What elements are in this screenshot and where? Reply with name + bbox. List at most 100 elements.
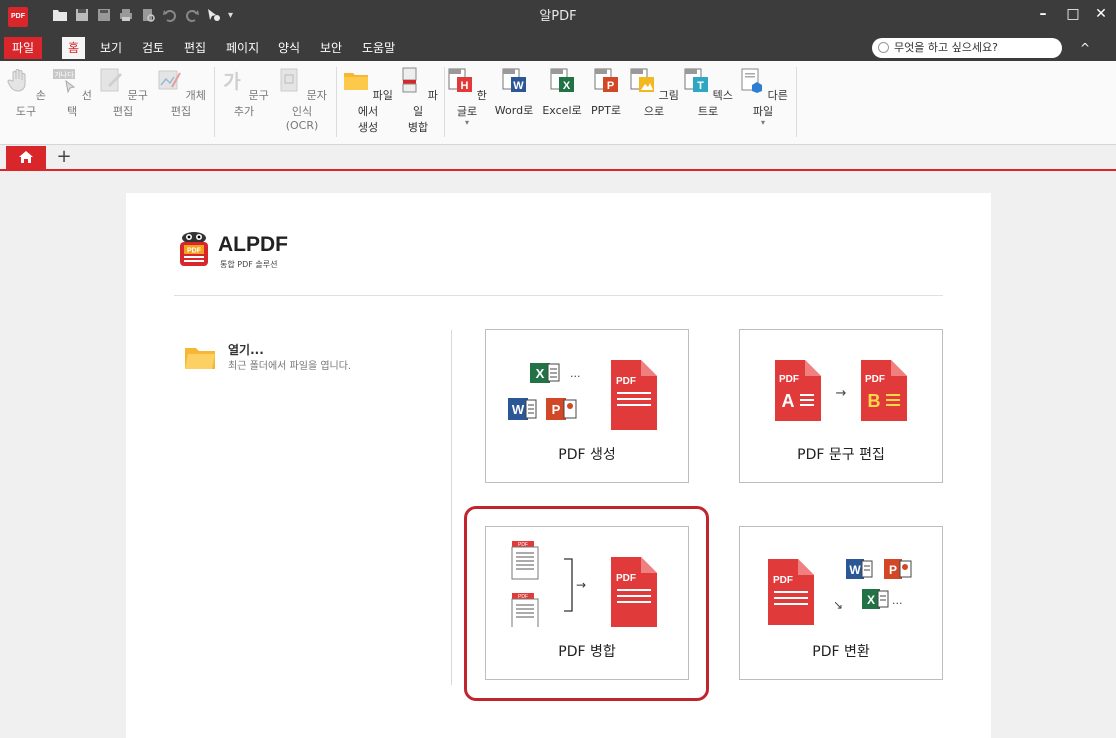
to-hwp-label: 한글로 (456, 89, 487, 118)
header-divider (174, 295, 943, 296)
add-text-icon: 가 (223, 71, 241, 93)
menu-edit[interactable]: 편집 (178, 37, 212, 59)
search-placeholder: 무엇을 하고 싶으세요? (894, 41, 998, 54)
maximize-button[interactable]: □ (1058, 0, 1088, 28)
open-file-item[interactable]: 열기... 최근 폴더에서 파일을 엽니다. (184, 341, 414, 381)
svg-text:PDF: PDF (187, 248, 202, 255)
svg-text:P: P (552, 402, 561, 417)
create-from-file-button[interactable]: 파일에서 생성 (340, 65, 396, 141)
minimize-button[interactable]: – (1028, 0, 1058, 28)
quick-access-toolbar: ▾ (52, 6, 233, 24)
title-bar: PDF ▾ 알PDF – □ ✕ (0, 0, 1116, 33)
other-file-icon (741, 68, 763, 93)
save-icon[interactable] (74, 7, 90, 23)
print-preview-icon[interactable] (140, 7, 156, 23)
select-button[interactable]: 가나다 선택 (52, 65, 92, 141)
alpdf-logo-icon: PDF (180, 232, 208, 266)
edit-text-icon (100, 68, 123, 92)
to-word-label: Word로 (494, 104, 534, 117)
convert-pdf-label: PDF 변환 (812, 644, 870, 660)
cursor-settings-icon[interactable] (206, 7, 222, 23)
menu-help[interactable]: 도움말 (356, 37, 401, 59)
svg-text:W: W (513, 80, 524, 92)
merge-files-button[interactable]: 파일 병합 (398, 65, 438, 141)
search-input[interactable]: 무엇을 하고 싶으세요? (872, 38, 1062, 58)
merge-files-label-2: 병합 (407, 121, 429, 134)
word-icon: W (846, 559, 873, 579)
ribbon-separator (796, 67, 797, 137)
customize-dropdown-icon[interactable]: ▾ (228, 10, 233, 21)
select-text-icon: 가나다 (53, 69, 76, 94)
to-image-button[interactable]: 그림으로 (628, 65, 680, 141)
new-tab-button[interactable]: + (52, 146, 76, 169)
svg-text:W: W (849, 563, 861, 577)
menu-security[interactable]: 보안 (314, 37, 348, 59)
image-icon (630, 68, 655, 92)
to-hwp-dropdown-icon[interactable]: ▾ (446, 119, 488, 127)
ribbon-separator (214, 67, 215, 137)
add-text-label: 문구 추가 (233, 89, 269, 118)
redo-icon[interactable] (184, 7, 200, 23)
close-button[interactable]: ✕ (1086, 0, 1116, 28)
powerpoint-icon: P (884, 559, 912, 579)
svg-text:B: B (868, 391, 881, 411)
ppt-icon: P (594, 68, 618, 92)
edit-pdf-text-label: PDF 문구 편집 (797, 447, 885, 463)
svg-text:P: P (889, 563, 897, 577)
save-as-icon[interactable] (96, 7, 112, 23)
ribbon: 손 도구 가나다 선택 문구 편집 개체 편집 가 문구 추가 문자인식 (OC… (0, 61, 1116, 145)
svg-text:...: ... (892, 594, 903, 607)
menu-view[interactable]: 보기 (94, 37, 128, 59)
word-icon: W (502, 68, 526, 92)
pdf-document-icon: PDF (611, 360, 657, 430)
svg-text:H: H (461, 80, 469, 92)
convert-pdf-illustration: PDF ↘ W P X ... (768, 559, 912, 625)
svg-text:가: 가 (223, 71, 241, 93)
powerpoint-icon: P (546, 398, 577, 420)
menu-review[interactable]: 검토 (136, 37, 170, 59)
edit-text-label: 문구 편집 (112, 89, 148, 118)
open-title: 열기... (228, 343, 264, 357)
to-ppt-button[interactable]: P PPT로 (586, 65, 626, 141)
to-hwp-button[interactable]: H 한글로 ▾ (446, 65, 488, 141)
app-logo[interactable]: PDF (8, 7, 28, 27)
ocr-button[interactable]: 문자인식 (OCR) (274, 65, 330, 141)
merge-card-highlight (464, 506, 709, 701)
to-image-label: 그림으로 (643, 89, 679, 118)
collapse-ribbon-button[interactable]: ^ (1075, 38, 1095, 58)
menu-form[interactable]: 양식 (272, 37, 306, 59)
to-text-button[interactable]: T 텍스트로 (682, 65, 734, 141)
svg-text:PDF: PDF (779, 374, 799, 385)
document-tab-strip: + (0, 146, 1116, 171)
menu-home[interactable]: 홈 (62, 37, 86, 59)
edit-text-button[interactable]: 문구 편집 (96, 65, 150, 141)
create-pdf-card[interactable]: X ... W P PDF PDF 생성 (485, 329, 689, 483)
svg-text:W: W (512, 402, 525, 417)
to-word-button[interactable]: W Word로 (490, 65, 538, 141)
ribbon-separator (444, 67, 445, 137)
open-description: 최근 폴더에서 파일을 엽니다. (228, 361, 352, 372)
menu-file[interactable]: 파일 (4, 37, 42, 59)
svg-text:PDF: PDF (865, 374, 885, 385)
to-other-file-dropdown-icon[interactable]: ▾ (736, 119, 790, 127)
home-tab[interactable] (6, 146, 46, 169)
svg-text:X: X (536, 366, 545, 381)
svg-text:...: ... (570, 367, 581, 380)
edit-pdf-text-card[interactable]: PDF A → PDF B PDF 문구 편집 (739, 329, 943, 483)
to-other-file-button[interactable]: 다른 파일 ▾ (736, 65, 790, 141)
menu-page[interactable]: 페이지 (220, 37, 265, 59)
open-folder-icon[interactable] (52, 7, 68, 23)
svg-text:→: → (836, 386, 847, 401)
undo-icon[interactable] (162, 7, 178, 23)
create-from-file-label: 파일에서 (357, 89, 393, 118)
hand-tool-button[interactable]: 손 도구 (4, 65, 48, 141)
ocr-icon (280, 68, 298, 92)
add-text-button[interactable]: 가 문구 추가 (218, 65, 270, 141)
merge-files-label: 파일 (412, 89, 438, 118)
pdf-document-icon: PDF (768, 559, 814, 625)
edit-object-button[interactable]: 개체 편집 (154, 65, 208, 141)
convert-pdf-card[interactable]: PDF ↘ W P X ... PDF 변환 (739, 526, 943, 680)
to-excel-button[interactable]: X Excel로 (540, 65, 584, 141)
print-icon[interactable] (118, 7, 134, 23)
to-text-label: 텍스트로 (697, 89, 733, 118)
